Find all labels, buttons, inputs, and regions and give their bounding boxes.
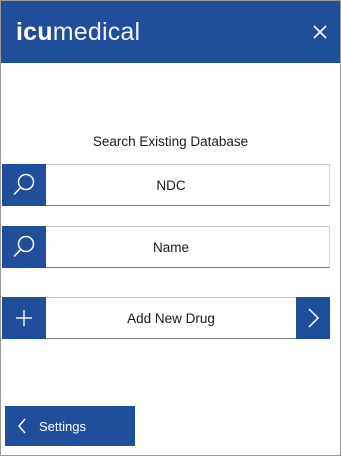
close-button[interactable] (306, 18, 334, 46)
add-new-drug-arrow-button[interactable] (296, 297, 330, 339)
search-ndc-icon-box[interactable] (2, 164, 46, 206)
plus-icon (16, 310, 32, 326)
search-icon (13, 173, 35, 196)
search-name-row[interactable]: Name (2, 226, 330, 268)
app-window: icumedical Search Existing Database NDC … (0, 0, 341, 456)
chevron-right-icon (308, 308, 320, 328)
settings-label: Settings (39, 418, 86, 434)
logo-light-text: medical (52, 18, 141, 46)
chevron-left-icon (17, 417, 27, 435)
search-name-label[interactable]: Name (47, 227, 295, 267)
search-ndc-row[interactable]: NDC (2, 164, 330, 206)
app-header: icumedical (1, 1, 340, 63)
search-icon (13, 235, 35, 258)
add-icon-box[interactable] (2, 297, 46, 339)
search-name-icon-box[interactable] (2, 226, 46, 268)
close-icon (313, 25, 327, 39)
add-new-drug-label[interactable]: Add New Drug (47, 298, 295, 338)
search-section-title: Search Existing Database (92, 134, 249, 149)
logo-bold-text: icu (16, 18, 53, 46)
icumedical-logo: icumedical (16, 17, 140, 47)
settings-button[interactable]: Settings (5, 406, 135, 446)
search-ndc-label[interactable]: NDC (47, 165, 295, 205)
add-new-drug-row[interactable]: Add New Drug (2, 297, 330, 339)
